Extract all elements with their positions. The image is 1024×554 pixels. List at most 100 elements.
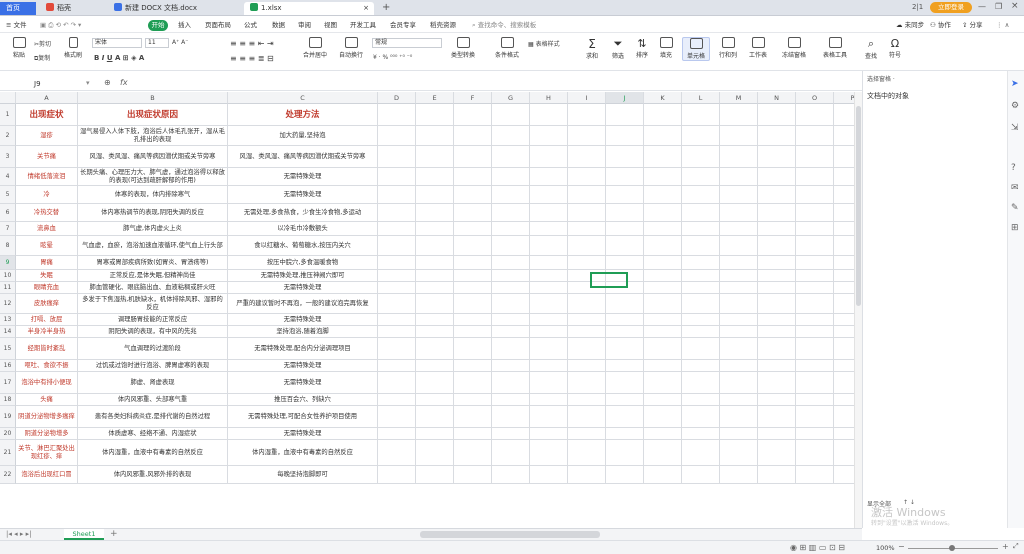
empty-cell[interactable] [720,406,758,428]
menu-tab-dev-tools[interactable]: 开发工具 [350,20,376,31]
empty-cell[interactable] [568,428,606,440]
adjust-icon[interactable]: ⚙ [1011,101,1019,111]
empty-cell[interactable] [834,168,854,186]
cell-c[interactable]: 无需特殊处理,配合内分泌调理项目 [228,338,378,360]
empty-cell[interactable] [606,146,644,168]
empty-cell[interactable] [720,440,758,466]
empty-cell[interactable] [720,236,758,256]
table-style-button[interactable]: ▦ 表格样式 [528,39,560,48]
cell-a[interactable]: 头痛 [16,394,78,406]
empty-cell[interactable] [644,204,682,222]
empty-cell[interactable] [606,186,644,204]
cell-b[interactable]: 湿气易侵入人体下肢，泡浴后人体毛孔张开，湿从毛孔排出的表现 [78,126,228,146]
empty-cell[interactable] [530,168,568,186]
row-header[interactable]: 20 [0,428,16,440]
cell-a[interactable]: 关节、淋巴汇聚处出现红疹、痒 [16,440,78,466]
empty-cell[interactable] [834,314,854,326]
empty-cell[interactable] [796,314,834,326]
empty-cell[interactable] [530,440,568,466]
column-header-g[interactable]: G [492,92,530,104]
empty-cell[interactable] [568,440,606,466]
empty-cell[interactable] [720,270,758,282]
empty-cell[interactable] [492,204,530,222]
zoom-out-icon[interactable]: − [898,542,905,551]
cell-c[interactable]: 以冷毛巾冷敷额头 [228,222,378,236]
empty-cell[interactable] [644,466,682,484]
empty-cell[interactable] [796,440,834,466]
row-header[interactable]: 11 [0,282,16,294]
empty-cell[interactable] [454,440,492,466]
empty-cell[interactable] [720,314,758,326]
empty-cell[interactable] [682,372,720,394]
empty-cell[interactable] [378,104,416,126]
cell-button[interactable]: 单元格 [682,37,710,61]
empty-cell[interactable] [644,440,682,466]
empty-cell[interactable] [568,126,606,146]
row-header[interactable]: 21 [0,440,16,466]
cell-a[interactable]: 情绪低落流泪 [16,168,78,186]
empty-cell[interactable] [796,126,834,146]
cell-b[interactable]: 体内寒热调节的表现,阴阳失调的反应 [78,204,228,222]
cell-a[interactable]: 湿疹 [16,126,78,146]
empty-cell[interactable] [682,428,720,440]
empty-cell[interactable] [644,222,682,236]
empty-cell[interactable] [758,104,796,126]
empty-cell[interactable] [606,168,644,186]
tab-home[interactable]: 首页 [0,2,36,15]
collaborate-button[interactable]: ⚇ 协作 [930,20,951,31]
menu-tab-daoke-resources[interactable]: 稻壳资源 [430,20,456,31]
name-box[interactable]: J9 [34,79,84,89]
row-header[interactable]: 9 [0,256,16,270]
empty-cell[interactable] [378,314,416,326]
empty-cell[interactable] [644,126,682,146]
empty-cell[interactable] [606,222,644,236]
empty-cell[interactable] [454,204,492,222]
empty-cell[interactable] [644,338,682,360]
active-cell-j9[interactable] [590,272,628,288]
empty-cell[interactable] [720,394,758,406]
column-header-h[interactable]: H [530,92,568,104]
empty-cell[interactable] [834,186,854,204]
column-header-f[interactable]: F [454,92,492,104]
empty-cell[interactable] [796,466,834,484]
column-header-d[interactable]: D [378,92,416,104]
sort-button[interactable]: ⇅ 排序 [630,37,654,59]
empty-cell[interactable] [834,466,854,484]
empty-cell[interactable] [530,204,568,222]
empty-cell[interactable] [454,406,492,428]
menu-tab-review[interactable]: 审阅 [298,20,311,31]
empty-cell[interactable] [606,104,644,126]
find-button[interactable]: ⌕ 查找 [860,37,882,60]
cell-b[interactable]: 体内风邪重、头部寒气重 [78,394,228,406]
empty-cell[interactable] [492,394,530,406]
empty-cell[interactable] [454,282,492,294]
cell-b[interactable]: 长期头痛、心理压力大、肺气虚，通过泡浴得以释放的表现(可达到疏肝解郁的作用) [78,168,228,186]
worksheet-button[interactable]: 工作表 [744,37,772,59]
empty-cell[interactable] [416,236,454,256]
menu-tab-data[interactable]: 数据 [272,20,285,31]
empty-cell[interactable] [606,126,644,146]
empty-cell[interactable] [758,282,796,294]
cell-b[interactable]: 体内风邪重,风邪外排的表现 [78,466,228,484]
column-header-p[interactable]: P [834,92,854,104]
empty-cell[interactable] [720,372,758,394]
filter-button[interactable]: ⏷ 筛选 [606,37,630,60]
row-header[interactable]: 15 [0,338,16,360]
empty-cell[interactable] [720,186,758,204]
empty-cell[interactable] [644,428,682,440]
empty-cell[interactable] [720,466,758,484]
cell-a[interactable]: 关节痛 [16,146,78,168]
empty-cell[interactable] [454,326,492,338]
menu-tab-formula[interactable]: 公式 [244,20,257,31]
cell-a[interactable]: 呕吐、食欲不振 [16,360,78,372]
empty-cell[interactable] [454,236,492,256]
empty-cell[interactable] [834,338,854,360]
empty-cell[interactable] [416,146,454,168]
empty-cell[interactable] [492,326,530,338]
column-header-j[interactable]: J [606,92,644,104]
empty-cell[interactable] [644,146,682,168]
empty-cell[interactable] [682,282,720,294]
empty-cell[interactable] [644,360,682,372]
select-arrow-icon[interactable]: ➤ [1011,79,1019,89]
empty-cell[interactable] [758,204,796,222]
